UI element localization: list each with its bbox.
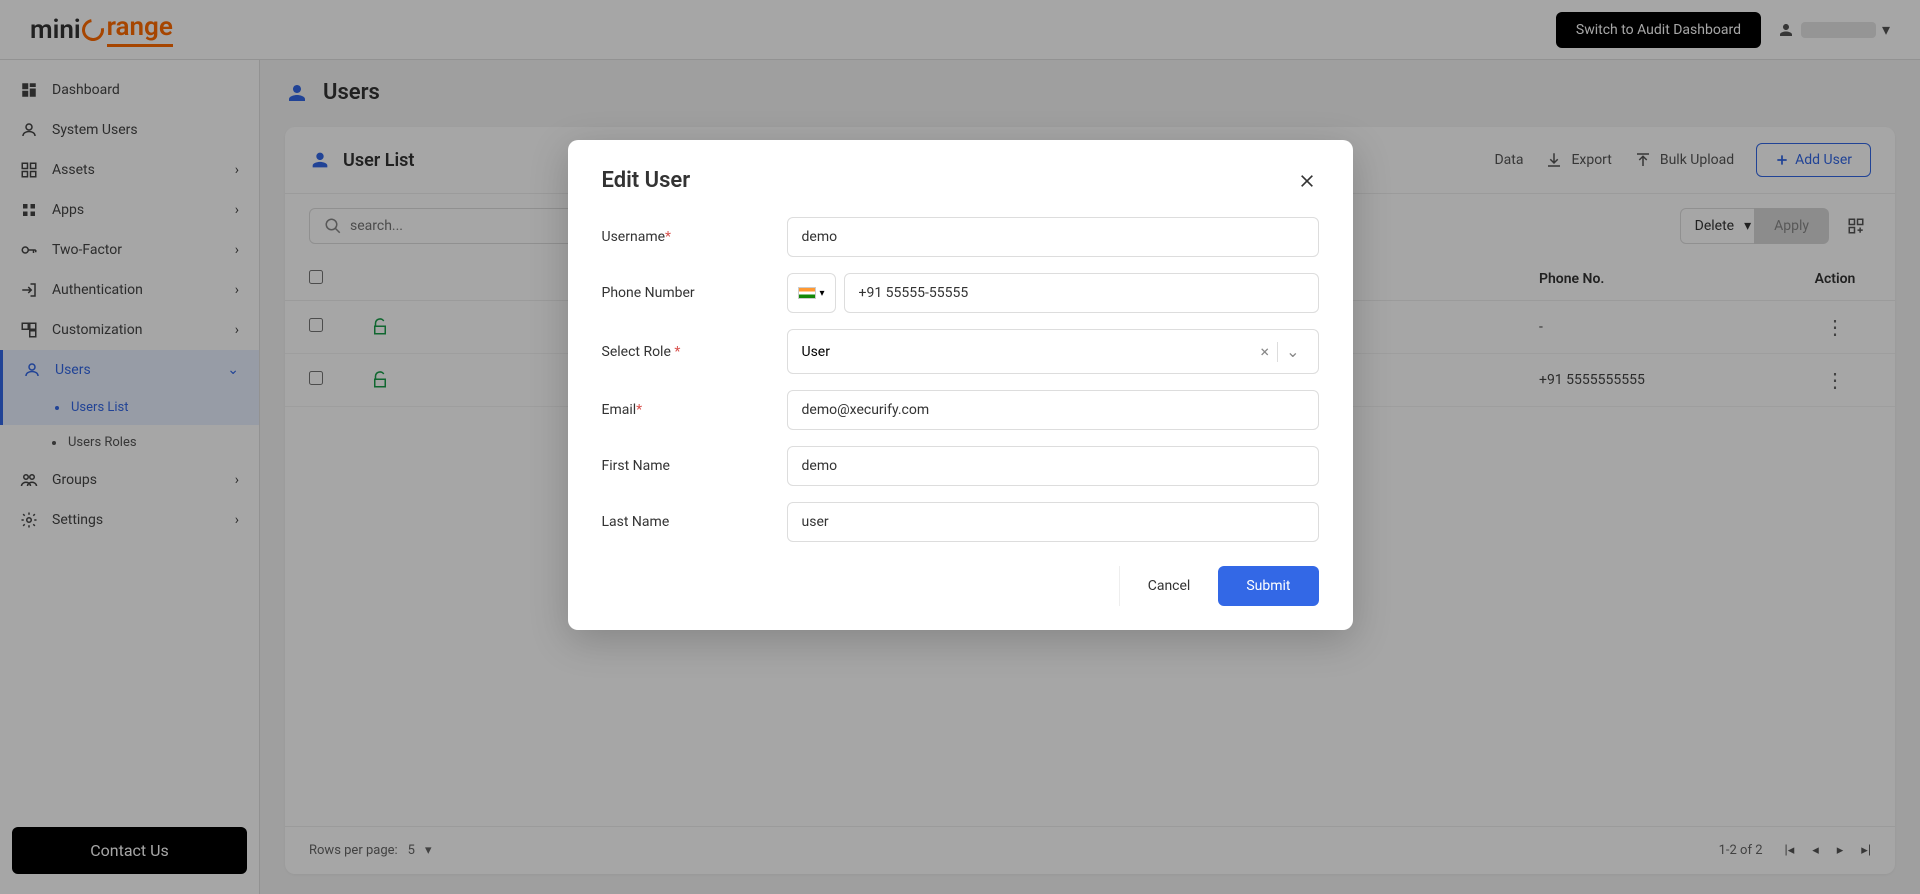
- username-input[interactable]: [787, 217, 1319, 257]
- email-input[interactable]: [787, 390, 1319, 430]
- role-value: User: [802, 344, 1253, 360]
- modal-overlay[interactable]: Edit User Username* Phone Number ▾ Selec…: [0, 0, 1920, 894]
- modal-title: Edit User: [602, 168, 691, 193]
- form-row-email: Email*: [602, 390, 1319, 430]
- cancel-button[interactable]: Cancel: [1119, 566, 1219, 606]
- form-row-username: Username*: [602, 217, 1319, 257]
- modal-footer: Cancel Submit: [602, 566, 1319, 606]
- role-select[interactable]: User × ⌄: [787, 329, 1319, 374]
- role-label: Select Role *: [602, 344, 787, 360]
- chevron-down-icon[interactable]: ⌄: [1278, 338, 1307, 365]
- form-row-role: Select Role * User × ⌄: [602, 329, 1319, 374]
- phone-label: Phone Number: [602, 285, 787, 301]
- email-label: Email*: [602, 402, 787, 418]
- last-name-input[interactable]: [787, 502, 1319, 542]
- edit-user-modal: Edit User Username* Phone Number ▾ Selec…: [568, 140, 1353, 630]
- close-icon: [1299, 173, 1315, 189]
- form-row-phone: Phone Number ▾: [602, 273, 1319, 313]
- clear-role-button[interactable]: ×: [1253, 338, 1278, 365]
- form-row-first-name: First Name: [602, 446, 1319, 486]
- first-name-label: First Name: [602, 458, 787, 474]
- last-name-label: Last Name: [602, 514, 787, 530]
- username-label: Username*: [602, 229, 787, 245]
- country-code-selector[interactable]: ▾: [787, 273, 836, 313]
- phone-input[interactable]: [844, 273, 1319, 313]
- flag-india-icon: [798, 287, 816, 299]
- modal-header: Edit User: [602, 168, 1319, 193]
- form-row-last-name: Last Name: [602, 502, 1319, 542]
- close-button[interactable]: [1295, 169, 1319, 193]
- submit-button[interactable]: Submit: [1218, 566, 1318, 606]
- caret-down-icon: ▾: [820, 288, 825, 299]
- first-name-input[interactable]: [787, 446, 1319, 486]
